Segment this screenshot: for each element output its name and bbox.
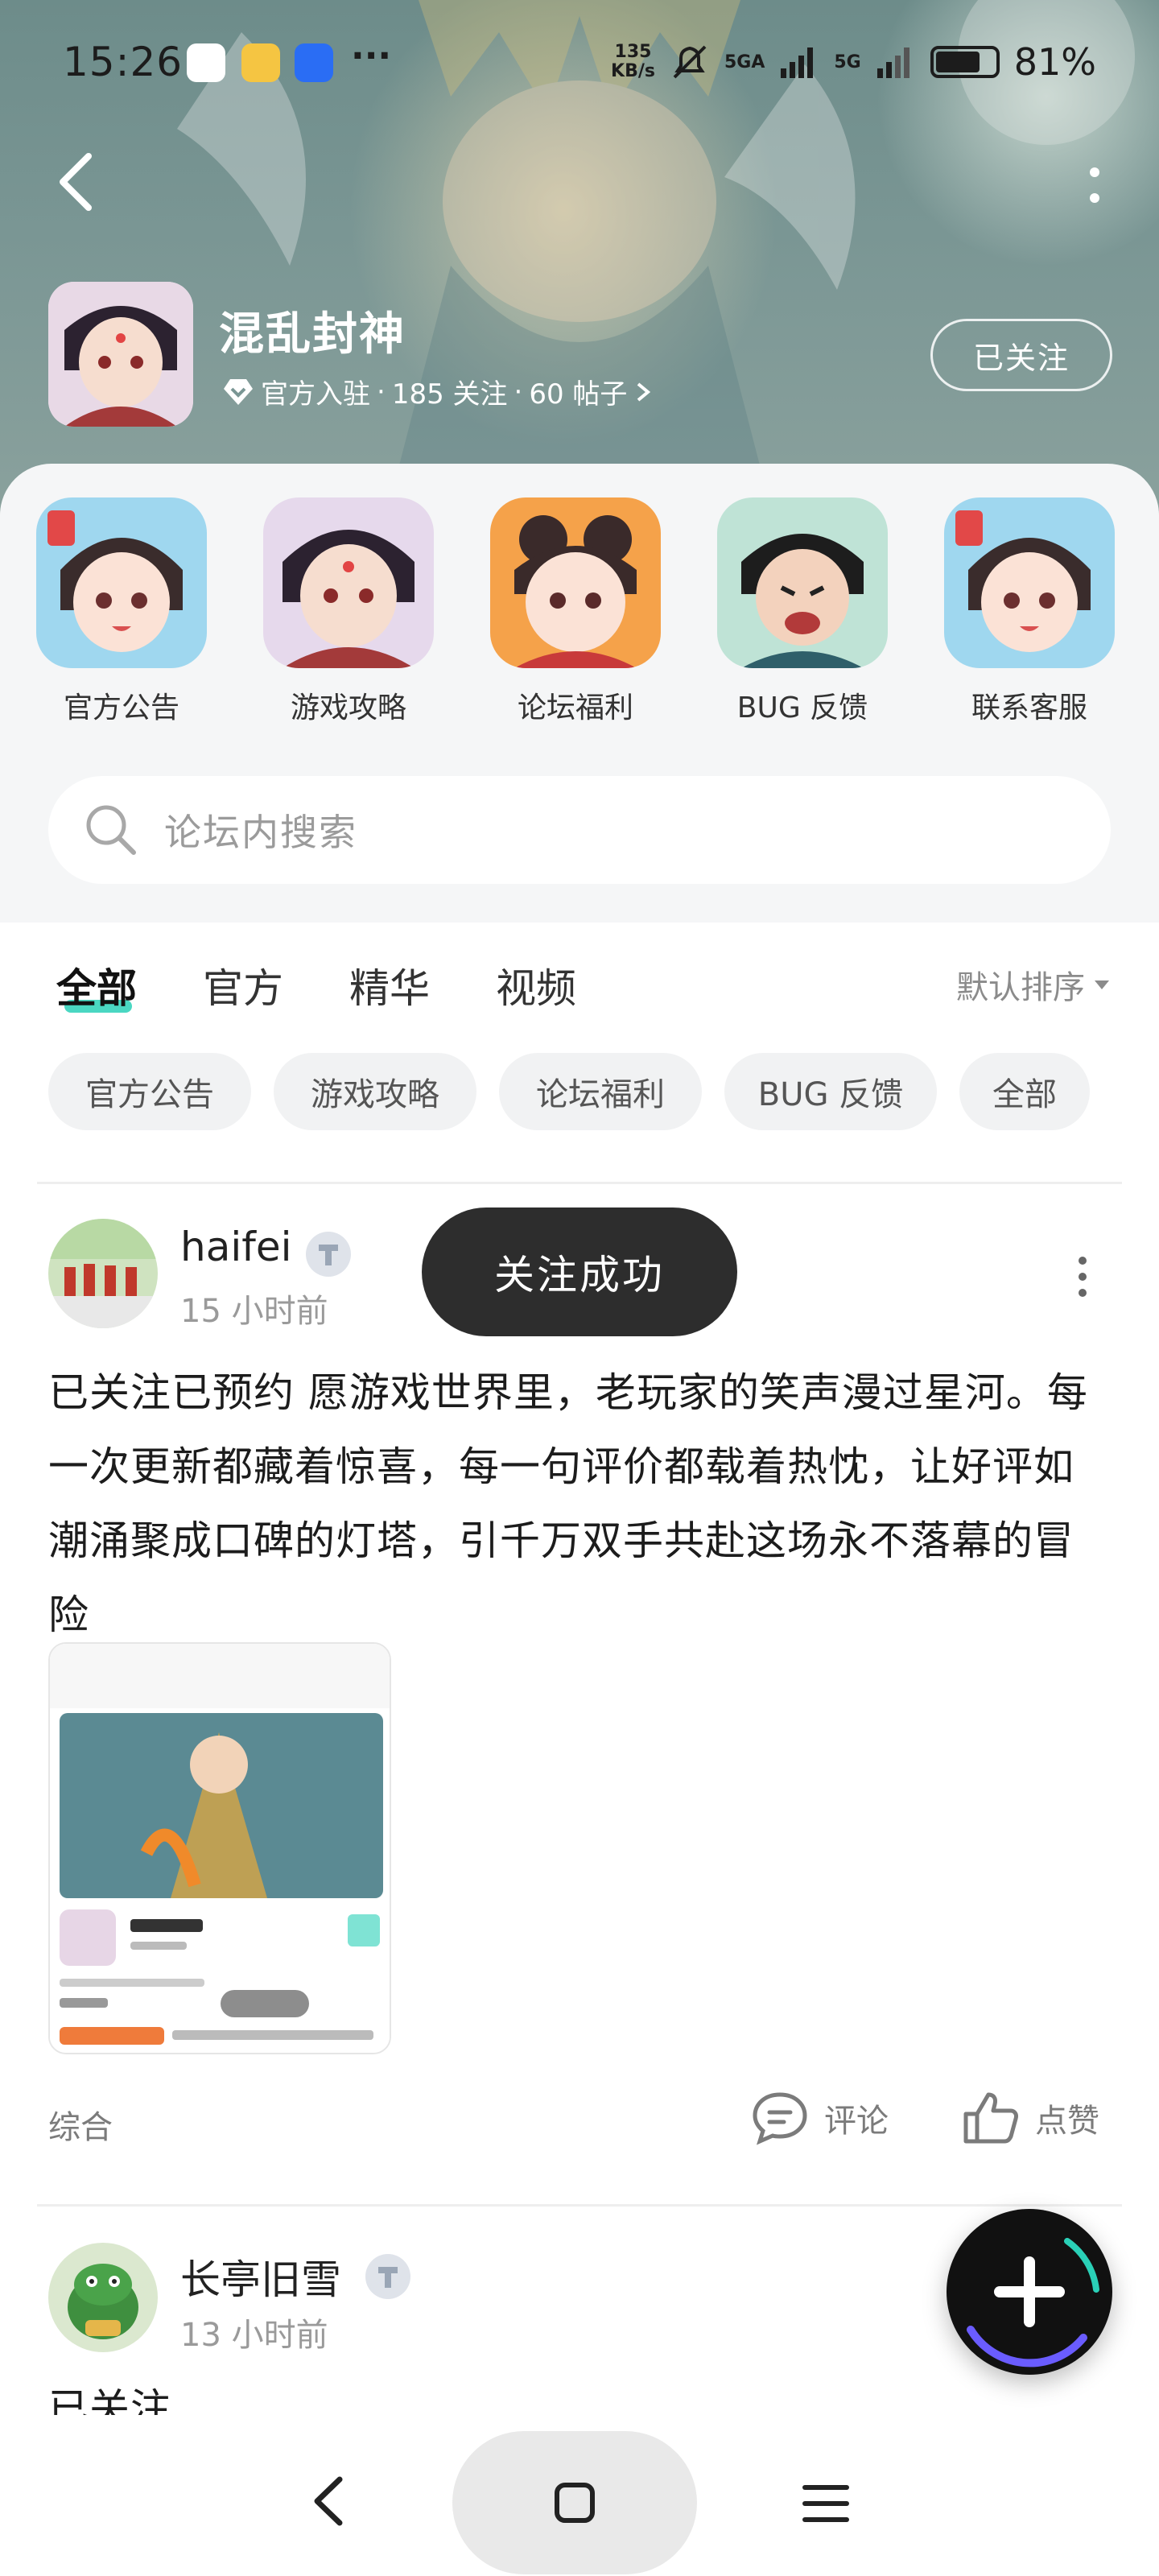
category-icon-forum-benefits [490, 497, 661, 668]
post-username[interactable]: haifei [180, 1224, 291, 1270]
comment-icon [753, 2092, 807, 2145]
network-type-5g: 5G [834, 52, 861, 72]
category-label: 官方公告 [63, 691, 179, 724]
status-bar: 15:26 ··· 135 KB/s 5GA 5G 81% [0, 32, 1159, 97]
category-label: BUG 反馈 [736, 691, 868, 724]
status-time: 15:26 [63, 39, 184, 85]
more-options-icon[interactable] [1079, 161, 1111, 209]
category-icon-official-notice [36, 497, 207, 668]
subforum-chips: 官方公告 游戏攻略 论坛福利 BUG 反馈 全部 [0, 1053, 1159, 1133]
user-badge-icon [365, 2254, 410, 2299]
plus-icon [967, 2238, 1099, 2368]
meta-separator: · [377, 375, 386, 408]
post-filter-tabs: 全部 官方 精华 视频 默认排序 [0, 923, 1159, 1035]
comment-button[interactable]: 评论 [750, 2090, 889, 2146]
posts-count: 60 帖子 [529, 378, 628, 411]
category-grid: 官方公告 游戏攻略 论坛福利 BUG 反馈 联系客服 [0, 497, 1159, 739]
followed-button[interactable]: 已关注 [930, 319, 1112, 391]
nav-home-button[interactable] [452, 2431, 697, 2574]
network-speed: 135 KB/s [611, 42, 655, 81]
nav-menu-icon[interactable] [800, 2479, 852, 2528]
chip-game-guide[interactable]: 游戏攻略 [274, 1053, 476, 1130]
battery-percent: 81% [1013, 40, 1096, 84]
divider [37, 2204, 1122, 2207]
post-time: 13 小时前 [180, 2317, 328, 2354]
system-navigation-bar [0, 2415, 1159, 2576]
post-time: 15 小时前 [180, 1293, 328, 1330]
nav-back-icon[interactable] [306, 2473, 354, 2529]
post-content[interactable]: 已关注已预约 愿游戏世界里，老玩家的笑声漫过星河。每一次更新都藏着惊喜，每一句评… [48, 1356, 1111, 1652]
forum-header-banner: 15:26 ··· 135 KB/s 5GA 5G 81% 混乱封神 官方入驻 … [0, 0, 1159, 515]
chip-forum-benefits[interactable]: 论坛福利 [499, 1053, 702, 1130]
sort-label: 默认排序 [956, 969, 1085, 1006]
baidu-icon [295, 43, 333, 82]
post-image[interactable] [48, 1642, 391, 2054]
forum-name: 混乱封神 [219, 308, 406, 361]
category-contact-support[interactable]: 联系客服 [937, 497, 1122, 726]
user-badge-icon [306, 1232, 351, 1277]
meta-separator: · [514, 375, 523, 408]
chip-bug-feedback[interactable]: BUG 反馈 [724, 1053, 937, 1130]
chevron-right-icon [637, 382, 651, 402]
back-arrow-icon[interactable] [53, 151, 101, 213]
search-input[interactable]: 论坛内搜索 [164, 803, 357, 857]
like-button[interactable]: 点赞 [961, 2090, 1099, 2146]
category-label: 联系客服 [971, 691, 1087, 724]
mute-icon [673, 45, 707, 79]
forum-avatar [48, 282, 193, 427]
category-bug-feedback[interactable]: BUG 反馈 [710, 497, 895, 726]
tab-video[interactable]: 视频 [496, 956, 576, 1014]
divider [37, 1182, 1122, 1184]
tab-all[interactable]: 全部 [56, 956, 137, 1014]
comment-label: 评论 [824, 2103, 889, 2140]
followers-count: 185 关注 [391, 378, 508, 411]
tab-official[interactable]: 官方 [203, 956, 283, 1014]
network-type-5ga: 5GA [724, 52, 765, 72]
post-username[interactable]: 长亭旧雪 [180, 2248, 341, 2306]
signal-icon-2 [876, 47, 909, 78]
forum-sheet: 官方公告 游戏攻略 论坛福利 BUG 反馈 联系客服 论坛内搜索 [0, 464, 1159, 923]
follow-success-toast: 关注成功 [422, 1208, 737, 1336]
official-verified-icon [224, 378, 253, 405]
du-app-icon [187, 43, 225, 82]
forum-meta[interactable]: 官方入驻 · 185 关注 · 60 帖子 [222, 372, 653, 411]
avatar[interactable] [48, 2243, 158, 2352]
chip-official-notice[interactable]: 官方公告 [48, 1053, 251, 1130]
post-category-tag[interactable]: 综合 [48, 2101, 113, 2148]
thumbs-up-icon [963, 2092, 1018, 2144]
caret-down-icon [1095, 980, 1109, 989]
official-label: 官方入驻 [261, 378, 370, 411]
signal-icon [781, 47, 814, 78]
category-icon-game-guide [263, 497, 434, 668]
chip-all[interactable]: 全部 [959, 1053, 1090, 1130]
new-post-button[interactable] [947, 2209, 1112, 2375]
post-more-icon[interactable] [1070, 1253, 1095, 1301]
tab-featured[interactable]: 精华 [349, 956, 430, 1014]
category-label: 论坛福利 [517, 691, 633, 724]
square-icon [555, 2483, 595, 2523]
category-icon-contact-support [944, 497, 1115, 668]
category-game-guide[interactable]: 游戏攻略 [256, 497, 441, 726]
category-label: 游戏攻略 [290, 691, 406, 724]
category-official-notice[interactable]: 官方公告 [29, 497, 214, 726]
sort-dropdown[interactable]: 默认排序 [956, 961, 1111, 1008]
battery-icon [930, 46, 1000, 78]
forum-search-bar[interactable]: 论坛内搜索 [48, 776, 1111, 884]
avatar[interactable] [48, 1219, 158, 1328]
status-more-icon: ··· [351, 35, 392, 76]
weibo-icon [241, 43, 280, 82]
like-label: 点赞 [1035, 2103, 1099, 2140]
search-icon [86, 805, 136, 855]
category-icon-bug-feedback [717, 497, 888, 668]
category-forum-benefits[interactable]: 论坛福利 [483, 497, 668, 726]
